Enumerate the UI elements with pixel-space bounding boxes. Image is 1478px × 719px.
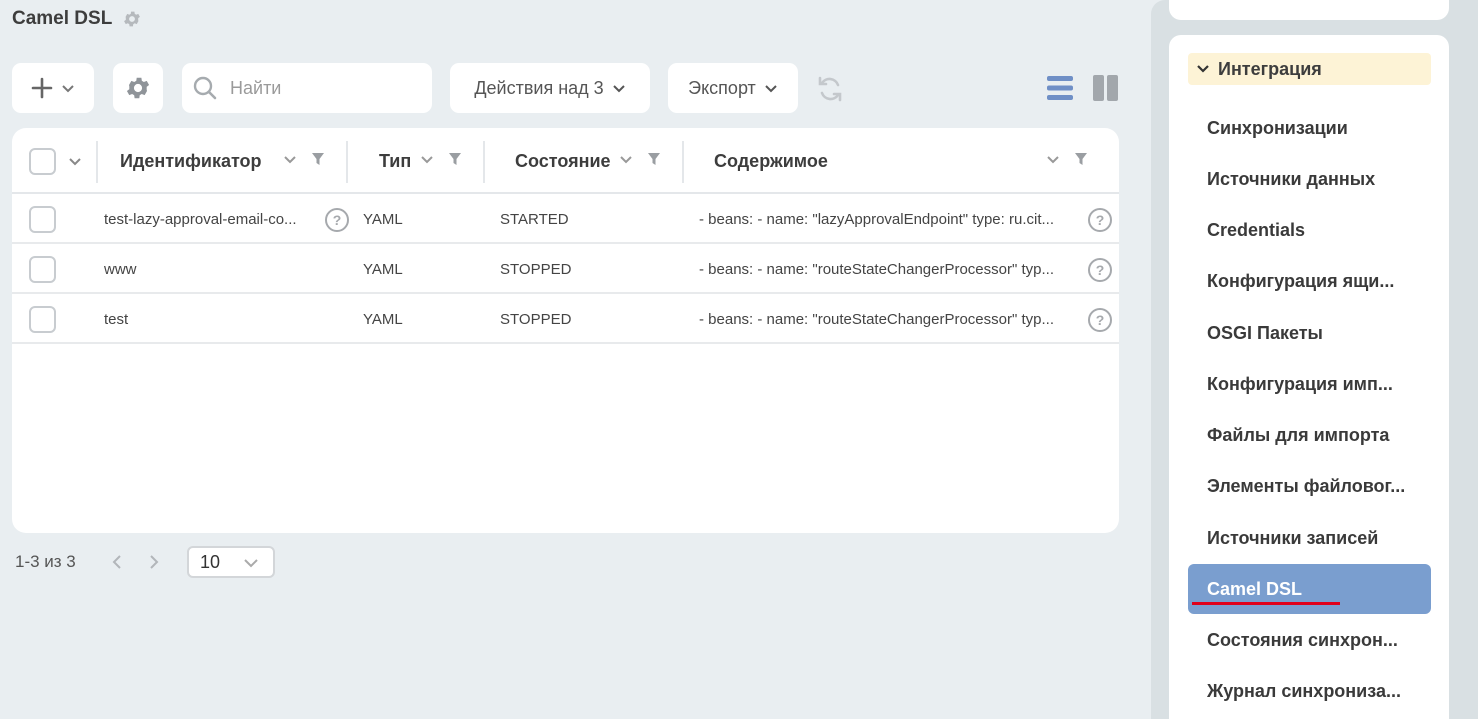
chevron-down-icon [765,85,777,93]
refresh-icon[interactable] [815,74,845,104]
svg-text:?: ? [1096,212,1105,228]
list-view-icon[interactable] [1046,74,1074,102]
cell-id: test-lazy-approval-email-co... [104,210,297,228]
column-divider [682,141,684,183]
active-item-underline [1192,602,1340,605]
cell-content: - beans: - name: "lazyApprovalEndpoint" … [699,210,1054,228]
column-header-type[interactable]: Тип [379,128,411,194]
chevron-down-icon [244,559,258,568]
prev-page-icon[interactable] [109,554,125,570]
row-select-cell [29,244,56,294]
column-divider [96,141,98,183]
help-icon[interactable]: ? [1087,257,1113,283]
column-tools-content [1046,152,1088,166]
table-row[interactable]: www YAML STOPPED - beans: - name: "route… [12,244,1119,294]
page-size-value: 10 [200,551,221,572]
help-icon[interactable]: ? [1087,307,1113,333]
grid-header: Идентификатор Тип Состояние Содержимое [12,128,1119,194]
row-select-cell [29,294,56,344]
cell-state: STOPPED [500,260,572,278]
svg-text:?: ? [333,212,342,228]
cell-state: STARTED [500,210,569,228]
data-grid: Идентификатор Тип Состояние Содержимое t… [12,128,1119,533]
export-label: Экспорт [688,77,756,98]
select-all-checkbox[interactable] [29,147,56,175]
gear-icon[interactable] [122,9,142,29]
sidebar-top-card [1169,0,1449,20]
column-header-state[interactable]: Состояние [515,128,611,194]
search-box [182,63,432,113]
cell-id: test [104,310,129,328]
select-all-cell [29,128,82,194]
chevron-down-icon[interactable] [68,154,82,168]
columns-view-icon[interactable] [1092,74,1120,102]
column-header-content[interactable]: Содержимое [714,128,828,194]
sidebar-section-label: Интеграция [1218,58,1322,79]
row-checkbox[interactable] [29,305,56,333]
column-header-id[interactable]: Идентификатор [120,128,262,194]
settings-button[interactable] [113,63,163,113]
sort-chevron-icon[interactable] [1046,152,1060,166]
svg-text:?: ? [1096,262,1105,278]
cell-id: www [104,260,137,278]
page-title-block: Camel DSL [12,8,142,30]
cell-type: YAML [363,260,403,278]
cell-state: STOPPED [500,310,572,328]
export-button[interactable]: Экспорт [668,63,798,113]
filter-icon[interactable] [311,152,325,166]
search-icon [193,76,217,100]
column-tools-id [283,152,325,166]
cell-content: - beans: - name: "routeStateChangerProce… [699,310,1054,328]
sidebar-item-file-elements[interactable]: Элементы файловог... [1188,461,1431,511]
sidebar-item-sync-states[interactable]: Состояния синхрон... [1188,615,1431,665]
filter-icon[interactable] [448,152,462,166]
sidebar-item-import-config[interactable]: Конфигурация имп... [1188,359,1431,409]
row-select-cell [29,194,56,244]
cell-type: YAML [363,210,403,228]
svg-text:?: ? [1096,312,1105,328]
table-row[interactable]: test YAML STOPPED - beans: - name: "rout… [12,294,1119,344]
sidebar-section-integration[interactable]: Интеграция [1188,53,1431,85]
chevron-down-icon [612,85,625,93]
page-title: Camel DSL [12,8,113,29]
sidebar-item-record-sources[interactable]: Источники записей [1188,513,1431,563]
column-divider [346,141,348,183]
page-size-select[interactable]: 10 [187,546,275,578]
plus-icon [31,77,53,99]
sidebar-item-credentials[interactable]: Credentials [1188,205,1431,255]
sidebar-item-synchronizations[interactable]: Синхронизации [1188,103,1431,153]
pagination-summary: 1-3 из 3 [15,552,76,571]
table-row[interactable]: test-lazy-approval-email-co... ? YAML ST… [12,194,1119,244]
help-icon[interactable]: ? [1087,207,1113,233]
help-icon[interactable]: ? [324,207,350,233]
sidebar-item-camel-dsl[interactable]: Camel DSL [1188,564,1431,614]
next-page-icon[interactable] [146,554,162,570]
add-button[interactable] [12,63,94,113]
column-tools-state [619,152,661,166]
sidebar-item-mailbox-config[interactable]: Конфигурация ящи... [1188,256,1431,306]
filter-icon[interactable] [1074,152,1088,166]
sidebar-item-data-sources[interactable]: Источники данных [1188,154,1431,204]
row-checkbox[interactable] [29,205,56,233]
sidebar-menu: Интеграция Синхронизации Источники данны… [1169,35,1449,719]
cell-type: YAML [363,310,403,328]
sort-chevron-icon[interactable] [283,152,297,166]
column-divider [483,141,485,183]
row-checkbox[interactable] [29,255,56,283]
chevron-down-icon [1197,65,1209,73]
sidebar-item-sync-journal[interactable]: Журнал синхрониза... [1188,666,1431,716]
sidebar-item-osgi-packages[interactable]: OSGI Пакеты [1188,308,1431,358]
sort-chevron-icon[interactable] [619,152,633,166]
bulk-actions-button[interactable]: Действия над 3 [450,63,650,113]
search-input[interactable] [230,77,410,99]
sidebar-item-import-files[interactable]: Файлы для импорта [1188,410,1431,460]
column-tools-type [420,152,462,166]
cell-content: - beans: - name: "routeStateChangerProce… [699,260,1054,278]
pagination: 1-3 из 3 10 [15,546,275,578]
gear-icon [126,77,150,99]
bulk-actions-label: Действия над 3 [474,77,604,98]
filter-icon[interactable] [647,152,661,166]
sort-chevron-icon[interactable] [420,152,434,166]
chevron-down-icon [62,85,74,93]
